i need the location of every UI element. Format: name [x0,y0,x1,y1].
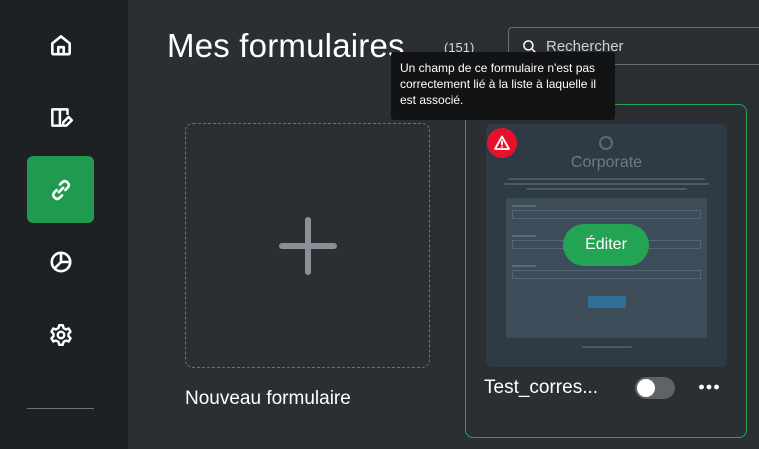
sidebar-item-settings[interactable] [27,301,94,368]
gear-icon [49,323,72,346]
preview-field [512,270,701,279]
link-icon [51,179,70,200]
preview-field [512,210,701,219]
page-title: Mes formulaires [167,27,405,64]
warning-triangle-icon [494,135,510,150]
preview-submit-button [588,296,626,308]
sidebar-item-home[interactable] [27,11,94,78]
plus-icon [278,216,337,275]
warning-badge[interactable] [487,128,517,158]
preview-brand: Corporate [570,154,643,171]
edit-button[interactable]: Éditer [563,224,649,266]
new-form-label[interactable]: Nouveau formulaire [185,388,351,410]
preview-text-line [504,183,709,185]
preview-text-line [508,178,705,180]
sidebar [0,0,128,449]
preview-text-line [526,188,687,190]
warning-tooltip: Un champ de ce formulaire n'est pas corr… [391,52,615,120]
preview-form [506,198,707,338]
form-name[interactable]: Test_corres... [484,377,614,399]
more-horizontal-icon [699,384,719,390]
sidebar-item-statistics[interactable] [27,228,94,295]
more-options-button[interactable] [697,376,721,398]
sidebar-item-links[interactable] [27,156,94,223]
new-form-card[interactable] [185,123,430,368]
preview-field-label [512,265,536,267]
sidebar-item-forms-editor[interactable] [27,83,94,150]
preview-logo [599,136,613,150]
book-edit-icon [50,107,73,127]
pie-chart-icon [49,250,72,273]
sidebar-divider [27,408,94,409]
home-icon [50,34,71,56]
preview-field-label [512,205,536,207]
toggle-knob [637,379,655,397]
preview-footer-line [582,346,632,348]
form-enabled-toggle[interactable] [635,377,675,399]
preview-field-label [512,235,536,237]
